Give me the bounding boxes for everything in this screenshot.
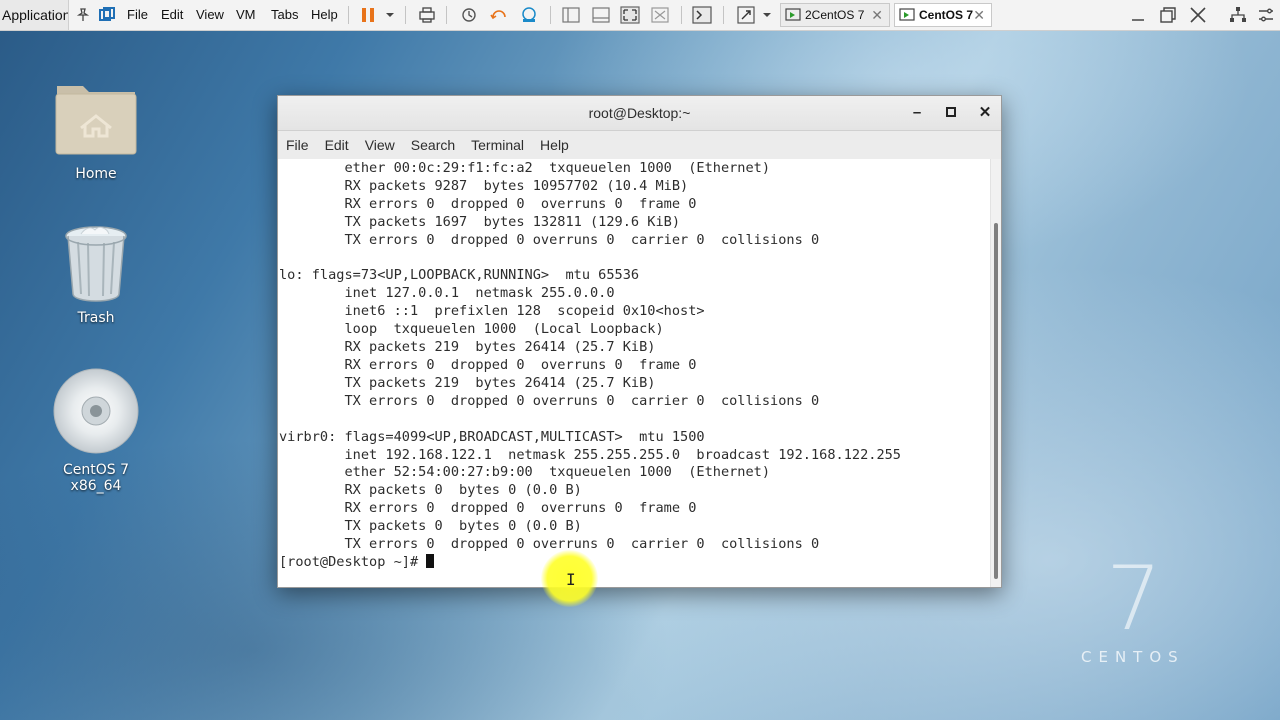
vm-tab-icon (785, 8, 801, 21)
terminal-menubar: File Edit View Search Terminal Help (278, 131, 1001, 160)
applications-menu[interactable]: Application (0, 0, 69, 30)
minimize-window-icon[interactable]: – (905, 96, 929, 130)
vm-menu-help[interactable]: Help (311, 7, 338, 22)
desktop-icon-label: CentOS 7 x86_64 (62, 462, 129, 494)
pin-icon[interactable] (73, 5, 93, 25)
terminal-menu-edit[interactable]: Edit (325, 137, 349, 153)
centos-brand-text: CENTOS (1081, 648, 1185, 666)
vm-menu-tabs[interactable]: Tabs (271, 7, 298, 22)
desktop-icon-cdrom[interactable]: CentOS 7 x86_64 (41, 368, 151, 494)
terminal-menu-terminal[interactable]: Terminal (471, 137, 524, 153)
network-icon[interactable] (1228, 5, 1248, 25)
minimize-icon[interactable] (1128, 5, 1148, 25)
vm-menu-vm[interactable]: VM (236, 7, 256, 22)
vm-menu-view[interactable]: View (196, 7, 224, 22)
tab-2centos7[interactable]: 2CentOS 7 ✕ (780, 3, 890, 27)
unity-mode-icon[interactable] (650, 5, 670, 25)
sidebar-view-icon[interactable] (561, 5, 581, 25)
vmware-toolbar: Application File Edit View VM Tabs Help (0, 0, 1280, 31)
cd-disc-icon (53, 368, 139, 454)
terminal-menu-search[interactable]: Search (411, 137, 455, 153)
terminal-menu-file[interactable]: File (286, 137, 309, 153)
tab-centos7[interactable]: CentOS 7 ✕ (894, 3, 992, 27)
tab-label: 2CentOS 7 (805, 8, 865, 22)
folder-home-icon (55, 86, 137, 155)
vm-tab-icon (899, 8, 915, 21)
terminal-titlebar[interactable]: root@Desktop:~ – ✕ (278, 96, 1001, 131)
desktop-icon-trash[interactable]: Trash (41, 222, 151, 326)
terminal-title: root@Desktop:~ (588, 105, 691, 121)
revert-snapshot-icon[interactable] (489, 5, 509, 25)
text-cursor (426, 553, 435, 568)
desktop-icon-label: Home (75, 166, 117, 182)
shell-prompt: [root@Desktop ~]# (279, 553, 427, 570)
settings-icon[interactable] (1256, 5, 1276, 25)
fullscreen-icon[interactable] (620, 5, 640, 25)
close-icon[interactable] (1188, 5, 1208, 25)
terminal-screen[interactable]: ether 00:0c:29:f1:fc:a2 txqueuelen 1000 … (278, 159, 993, 587)
close-tab-icon[interactable]: ✕ (973, 7, 985, 24)
terminal-scrollbar[interactable] (990, 159, 1001, 587)
chevron-down-icon[interactable] (380, 5, 400, 25)
stretch-guest-icon[interactable] (736, 5, 756, 25)
stretch-dropdown-chevron-icon[interactable] (757, 5, 777, 25)
trash-icon (65, 226, 127, 302)
snapshot-icon[interactable] (459, 5, 479, 25)
terminal-menu-help[interactable]: Help (540, 137, 569, 153)
terminal-window[interactable]: root@Desktop:~ – ✕ File Edit View Search… (277, 95, 1002, 588)
vmware-logo-icon (97, 5, 117, 25)
vm-menu-file[interactable]: File (127, 7, 148, 22)
close-window-icon[interactable]: ✕ (973, 96, 997, 130)
tab-label: CentOS 7 (919, 8, 974, 22)
send-ctrl-alt-del-icon[interactable] (417, 5, 437, 25)
thumbnail-view-icon[interactable] (591, 5, 611, 25)
pause-icon[interactable] (358, 5, 378, 25)
restore-icon[interactable] (1158, 5, 1178, 25)
desktop-icon-home[interactable]: Home (41, 72, 151, 182)
terminal-output: ether 00:0c:29:f1:fc:a2 txqueuelen 1000 … (279, 160, 901, 553)
maximize-window-icon[interactable] (939, 96, 963, 130)
vm-menu-edit[interactable]: Edit (161, 7, 183, 22)
ibeam-cursor-icon: I (566, 570, 576, 589)
terminal-menu-view[interactable]: View (365, 137, 395, 153)
desktop-icon-label: Trash (77, 310, 115, 326)
centos-brand-number: 7 (1106, 547, 1162, 650)
console-view-icon[interactable] (692, 5, 712, 25)
snapshot-manager-icon[interactable] (519, 5, 539, 25)
close-tab-icon[interactable]: ✕ (871, 7, 883, 24)
scrollbar-thumb[interactable] (994, 223, 998, 579)
